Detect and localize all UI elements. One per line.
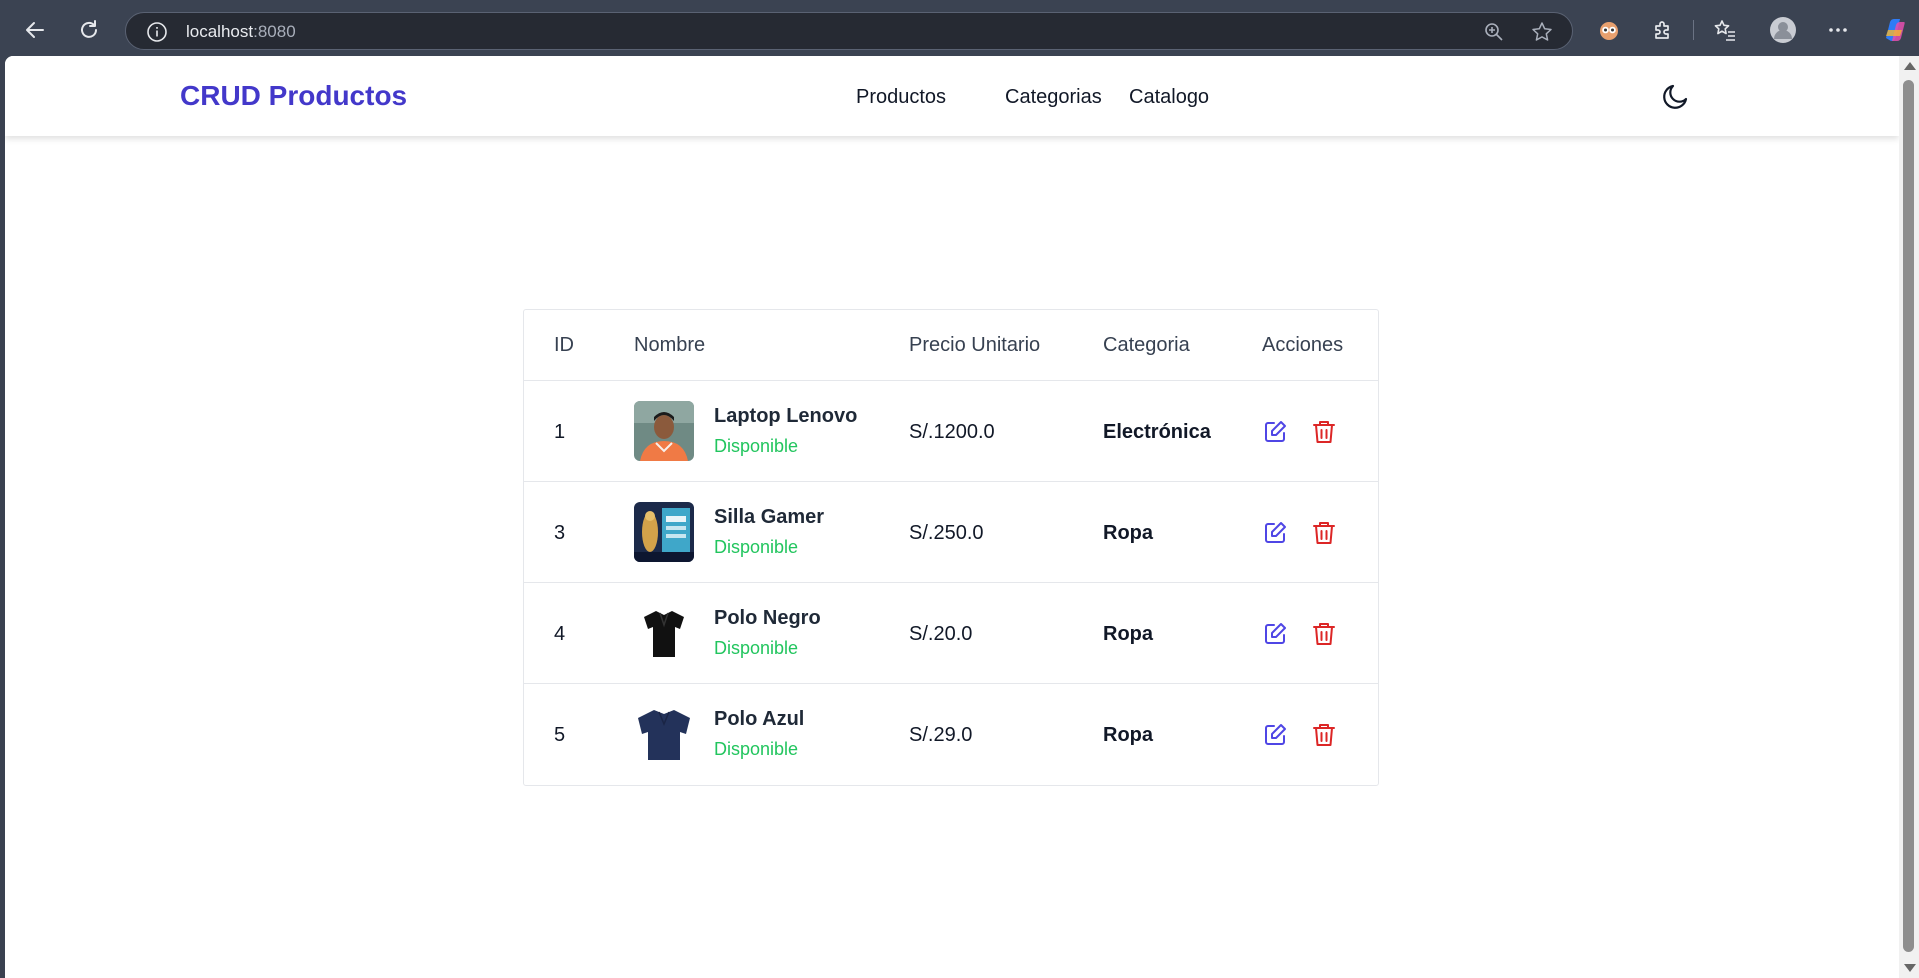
delete-trash-icon[interactable] (1311, 621, 1337, 647)
cell-category: Ropa (1103, 623, 1153, 645)
cell-category: Electrónica (1103, 421, 1211, 443)
delete-trash-icon[interactable] (1311, 722, 1337, 748)
delete-trash-icon[interactable] (1311, 520, 1337, 546)
product-image (634, 401, 694, 461)
table-row: 3 Silla Gamer Disponible S/.250.0 Ropa (524, 482, 1378, 583)
header-id: ID (554, 334, 574, 356)
cell-id: 1 (554, 421, 566, 443)
product-name: Laptop Lenovo (714, 405, 858, 427)
product-name: Silla Gamer (714, 506, 825, 528)
table-row: 4 Polo Negro Disponible S/.20.0 Ropa (524, 583, 1378, 684)
zoom-icon[interactable] (1483, 21, 1505, 43)
cell-price: S/.20.0 (909, 623, 973, 645)
moon-icon[interactable] (1660, 80, 1692, 112)
page-viewport: CRUD Productos Productos Categorias Cata… (5, 56, 1899, 978)
scroll-down-arrow-icon[interactable] (1904, 964, 1916, 972)
product-image (634, 502, 694, 562)
cell-price: S/.250.0 (909, 522, 984, 544)
cell-id: 4 (554, 623, 566, 645)
product-name: Polo Azul (714, 708, 805, 730)
info-icon[interactable] (146, 21, 168, 43)
status-badge: Disponible (714, 638, 799, 658)
table-header: ID Nombre Precio Unitario Categoria Acci… (524, 310, 1378, 381)
scroll-thumb[interactable] (1903, 80, 1914, 952)
cell-category: Ropa (1103, 522, 1153, 544)
edit-icon[interactable] (1262, 419, 1288, 445)
extensions-puzzle-icon[interactable] (1645, 12, 1681, 48)
favorite-star-icon[interactable] (1531, 21, 1553, 43)
delete-trash-icon[interactable] (1311, 419, 1337, 445)
edit-icon[interactable] (1262, 520, 1288, 546)
edit-icon[interactable] (1262, 722, 1288, 748)
status-badge: Disponible (714, 436, 799, 456)
nav-link-catalogo[interactable]: Catalogo (1129, 86, 1209, 109)
header-acciones: Acciones (1262, 334, 1344, 356)
nav-link-productos[interactable]: Productos (856, 86, 946, 109)
profile-avatar-icon[interactable] (1765, 12, 1801, 48)
scroll-up-arrow-icon[interactable] (1904, 62, 1916, 70)
url-text: localhost:8080 (186, 22, 296, 42)
cell-id: 5 (554, 724, 566, 746)
product-image (634, 704, 694, 764)
vertical-scrollbar[interactable] (1899, 56, 1919, 978)
url-host: localhost (186, 22, 254, 41)
table-row: 1 Laptop Lenovo Disponible S/.1200.0 Ele… (524, 381, 1378, 482)
product-image (634, 603, 694, 663)
extension-owl-icon[interactable] (1591, 12, 1627, 48)
nav-link-categorias[interactable]: Categorias (1005, 86, 1102, 109)
cell-price: S/.29.0 (909, 724, 973, 746)
reload-icon[interactable] (71, 12, 107, 48)
url-port: :8080 (253, 22, 296, 41)
edit-icon[interactable] (1262, 621, 1288, 647)
favorites-list-icon[interactable] (1707, 12, 1743, 48)
copilot-icon[interactable] (1876, 12, 1912, 48)
cell-price: S/.1200.0 (909, 421, 995, 443)
header-categoria: Categoria (1103, 334, 1190, 356)
header-precio: Precio Unitario (909, 334, 1041, 356)
more-options-icon[interactable] (1820, 12, 1856, 48)
toolbar-separator (1693, 20, 1694, 40)
brand-title[interactable]: CRUD Productos (180, 80, 407, 112)
back-arrow-icon[interactable] (17, 12, 53, 48)
browser-toolbar: localhost:8080 (0, 0, 1919, 60)
top-navbar: CRUD Productos Productos Categorias Cata… (5, 56, 1899, 136)
cell-category: Ropa (1103, 724, 1153, 746)
products-table: ID Nombre Precio Unitario Categoria Acci… (523, 309, 1379, 786)
address-bar[interactable]: localhost:8080 (125, 12, 1573, 50)
cell-id: 3 (554, 522, 566, 544)
product-name: Polo Negro (714, 607, 821, 629)
table-row: 5 Polo Azul Disponible S/.29.0 Ropa (524, 684, 1378, 785)
header-nombre: Nombre (634, 334, 706, 356)
status-badge: Disponible (714, 537, 799, 557)
status-badge: Disponible (714, 739, 799, 759)
